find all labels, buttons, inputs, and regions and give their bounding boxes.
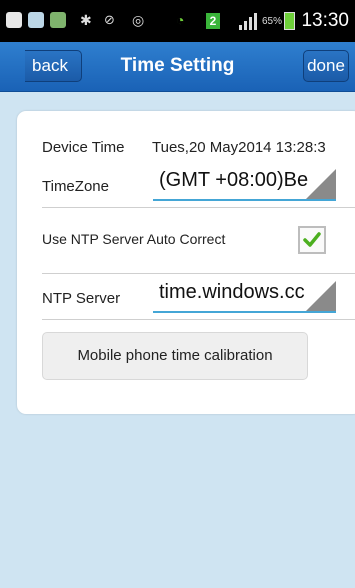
ntp-auto-row: Use NTP Server Auto Correct [42, 207, 355, 274]
app-icon [50, 12, 66, 28]
ntp-server-row: NTP Server time.windows.cc [42, 273, 355, 320]
time-settings-card: Device Time Tues,20 May2014 13:28:3 Time… [17, 111, 355, 414]
battery-percent: 65% [262, 16, 283, 27]
bluetooth-icon: ✱ [80, 12, 92, 28]
messenger-icon [28, 12, 44, 28]
dropdown-arrow-icon [306, 169, 336, 199]
timezone-row: TimeZone (GMT +08:00)Be [42, 161, 355, 208]
mute-icon: ⊘ [104, 12, 115, 27]
page-title: Time Setting [120, 55, 235, 76]
add-icon [6, 12, 22, 28]
alarm-icon: ◎ [132, 12, 145, 28]
ntp-server-value: time.windows.cc [159, 281, 305, 303]
device-time-value: Tues,20 May2014 13:28:3 [152, 139, 326, 156]
checkmark-icon [303, 232, 321, 247]
status-bar: ✱ ⊘ ◎ ◔ 2 65% 13:30 [0, 0, 355, 42]
ntp-auto-checkbox[interactable] [298, 226, 326, 254]
timezone-value: (GMT +08:00)Be [159, 169, 309, 191]
ntp-server-select[interactable]: time.windows.cc [153, 277, 336, 313]
battery-icon [284, 12, 295, 30]
done-button[interactable]: done [303, 50, 349, 82]
dropdown-arrow-icon [306, 281, 336, 311]
clock: 13:30 [301, 10, 349, 31]
timezone-label: TimeZone [42, 178, 109, 195]
ntp-server-label: NTP Server [42, 290, 121, 307]
timezone-select[interactable]: (GMT +08:00)Be [153, 165, 336, 201]
network-badge: 2 [206, 13, 220, 29]
device-time-label: Device Time [42, 139, 125, 156]
time-calibration-button[interactable]: Mobile phone time calibration [42, 332, 308, 380]
wifi-icon: ◔ [176, 12, 185, 28]
nav-bar: back Time Setting done [0, 42, 355, 92]
signal-icon [239, 13, 257, 30]
ntp-auto-label: Use NTP Server Auto Correct [42, 231, 226, 247]
